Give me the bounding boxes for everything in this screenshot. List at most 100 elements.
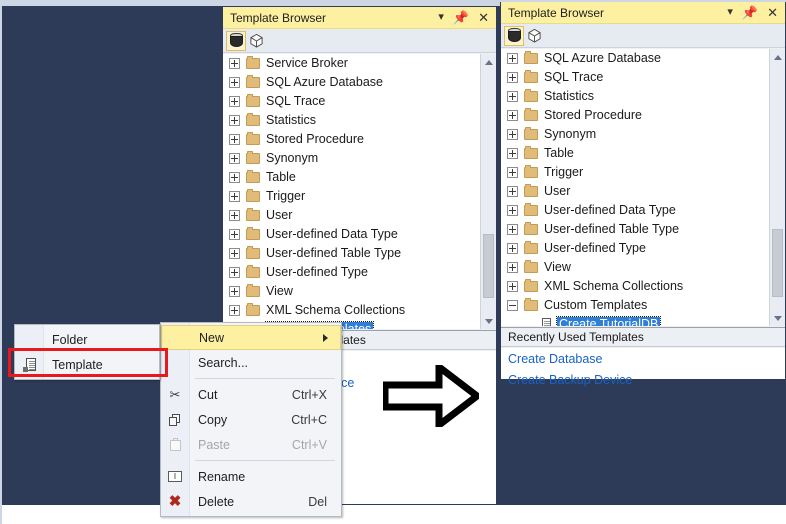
menu-item-label: Copy [198,412,228,427]
expand-plus-icon[interactable] [229,248,240,259]
chevron-down-icon[interactable]: ▾ [438,12,444,23]
pin-icon[interactable]: 📌 [742,6,758,19]
tree-row-label: View [266,284,293,298]
expand-plus-icon[interactable] [507,72,518,83]
expand-plus-icon[interactable] [507,53,518,64]
tree-row[interactable]: Stored Procedure [501,106,785,125]
expand-plus-icon[interactable] [507,281,518,292]
menu-item-new[interactable]: New [161,325,341,350]
expand-plus-icon[interactable] [507,186,518,197]
right-panel-toolbar [501,24,785,48]
expand-plus-icon[interactable] [229,172,240,183]
tree-row-label: Statistics [266,113,317,127]
cube-icon[interactable] [524,26,544,46]
tree-row[interactable]: Statistics [501,87,785,106]
tree-row[interactable]: User-defined Type [223,263,496,282]
expand-plus-icon[interactable] [229,96,240,107]
tree-row[interactable]: Trigger [501,163,785,182]
folder-icon [246,132,260,145]
expand-plus-icon[interactable] [229,58,240,69]
expand-plus-icon[interactable] [507,167,518,178]
tree-row[interactable]: XML Schema Collections [223,301,496,320]
left-border-strip [0,0,2,524]
expand-plus-icon[interactable] [229,153,240,164]
menu-item-folder[interactable]: Folder [15,327,159,352]
tree-row[interactable]: Statistics [223,111,496,130]
expand-plus-icon[interactable] [229,229,240,240]
expand-plus-icon[interactable] [229,134,240,145]
database-icon[interactable] [226,30,246,51]
expand-plus-icon[interactable] [507,129,518,140]
tree-row[interactable]: Synonym [223,149,496,168]
scroll-down-arrow-icon[interactable] [770,310,785,326]
tree-row[interactable]: User [223,206,496,225]
left-tree-scrollbar[interactable] [480,54,496,329]
tree-row[interactable]: User-defined Type [501,239,785,258]
tree-context-menu[interactable]: New Search... ✂ Cut Ctrl+X Copy Ctrl+C Paste Ctr… [160,322,342,517]
expand-plus-icon[interactable] [229,191,240,202]
expand-plus-icon[interactable] [229,210,240,221]
tree-row[interactable]: SQL Azure Database [223,73,496,92]
pin-icon[interactable]: 📌 [453,11,469,24]
tree-row[interactable]: Table [223,168,496,187]
menu-item-search[interactable]: Search... [161,350,341,375]
menu-item-rename[interactable]: I Rename [161,464,341,489]
expand-plus-icon[interactable] [507,262,518,273]
menu-item-template[interactable]: Template [15,352,159,377]
scroll-up-arrow-icon[interactable] [770,49,785,65]
menu-item-cut[interactable]: ✂ Cut Ctrl+X [161,382,341,407]
tree-row[interactable]: User-defined Table Type [501,220,785,239]
expand-plus-icon[interactable] [229,115,240,126]
tree-row[interactable]: Table [501,144,785,163]
database-icon[interactable] [504,25,524,46]
tree-row[interactable]: View [501,258,785,277]
tree-row-label: Table [266,170,296,184]
expand-plus-icon[interactable] [507,110,518,121]
expand-plus-icon[interactable] [229,77,240,88]
expand-plus-icon[interactable] [229,267,240,278]
menu-item-copy[interactable]: Copy Ctrl+C [161,407,341,432]
cube-icon[interactable] [246,31,266,51]
expand-plus-icon[interactable] [229,305,240,316]
left-template-tree[interactable]: Service Broker SQL Azure Database SQL Trac… [223,54,496,329]
scrollbar-thumb[interactable] [483,234,494,298]
collapse-minus-icon[interactable] [507,300,518,311]
tree-row[interactable]: SQL Trace [501,68,785,87]
tree-row[interactable]: XML Schema Collections [501,277,785,296]
new-submenu[interactable]: Folder Template [14,324,160,380]
recently-used-template-link[interactable]: Create Backup Device [501,369,785,390]
tree-row[interactable]: Synonym [501,125,785,144]
tree-row-label: SQL Trace [544,70,604,84]
tree-row[interactable]: View [223,282,496,301]
menu-item-label: New [199,330,225,345]
expand-plus-icon[interactable] [507,243,518,254]
tree-row[interactable]: Trigger [223,187,496,206]
tree-row[interactable]: Stored Procedure [223,130,496,149]
scrollbar-thumb[interactable] [772,229,783,297]
scroll-down-arrow-icon[interactable] [481,313,496,329]
menu-item-delete[interactable]: ✖ Delete Del [161,489,341,514]
close-icon[interactable]: ✕ [478,11,489,24]
right-template-tree[interactable]: SQL Azure Database SQL Trace Statistics Sto… [501,49,785,326]
tree-row[interactable]: User-defined Table Type [223,244,496,263]
expand-plus-icon[interactable] [507,91,518,102]
left-panel-title: Template Browser [230,10,327,25]
tree-row[interactable]: SQL Trace [223,92,496,111]
scroll-up-arrow-icon[interactable] [481,54,496,70]
menu-item-shortcut: Del [308,494,327,509]
tree-row[interactable]: User [501,182,785,201]
tree-row[interactable]: SQL Azure Database [501,49,785,68]
expand-plus-icon[interactable] [507,224,518,235]
expand-plus-icon[interactable] [229,286,240,297]
tree-row[interactable]: Custom Templates [501,296,785,315]
expand-plus-icon[interactable] [507,148,518,159]
close-icon[interactable]: ✕ [767,6,778,19]
chevron-down-icon[interactable]: ▾ [727,7,733,18]
tree-row[interactable]: Service Broker [223,54,496,73]
right-tree-scrollbar[interactable] [769,49,785,326]
tree-row[interactable]: User-defined Data Type [223,225,496,244]
tree-row[interactable]: Create TutorialDB [501,315,785,326]
tree-row[interactable]: User-defined Data Type [501,201,785,220]
recently-used-template-link[interactable]: Create Database [501,348,785,369]
expand-plus-icon[interactable] [507,205,518,216]
